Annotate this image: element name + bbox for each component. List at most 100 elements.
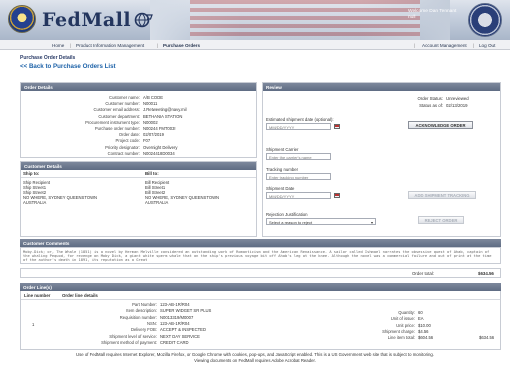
customer-comments-title: Customer Comments (20, 239, 501, 247)
line-detail-label: Shipment level of service: (109, 333, 157, 339)
ship-to-address: Ship Recipient Ship Street1 Ship Street2 NO… (23, 180, 97, 205)
line-detail-label: Shipment method of payment: (101, 339, 157, 345)
calendar-icon[interactable] (334, 193, 340, 198)
line-detail-value: N0013319/M0007 (160, 314, 194, 320)
order-detail-label: Order date: (118, 132, 140, 138)
line-detail-label: Delivery FOB: (130, 327, 157, 333)
globe-cart-icon (134, 12, 153, 28)
nav-home[interactable]: Home (52, 43, 64, 48)
shipment-date-label: Shipment Date (266, 186, 295, 191)
ship-to-header: Ship to: (23, 171, 40, 176)
acknowledge-order-button[interactable]: ACKNOWLEDGE ORDER (408, 121, 473, 129)
order-detail-value: 02/07/2019 (143, 132, 164, 138)
header-banner: FedMall Welcome Dan Tennant null (0, 0, 510, 40)
welcome-message: Welcome Dan Tennant null (408, 9, 456, 20)
line-pricing-label: Line item total: (387, 335, 415, 341)
order-detail-value: J.Retweeting@navy.mil (143, 107, 187, 113)
order-status-label: Order Status: (417, 96, 443, 101)
order-status-value: Unreviewed (446, 96, 469, 101)
welcome-user: Welcome Dan Tennant (408, 9, 457, 14)
order-detail-value: F07 (143, 138, 151, 144)
nav-purchase-orders[interactable]: Purchase Orders (163, 43, 200, 48)
line-pricing-value: $10.00 (418, 322, 431, 328)
order-detail-label: Procurement instrument type: (85, 119, 140, 125)
line-detail-value: CREDIT CARD (160, 339, 189, 345)
line-detail-label: Part Number: (132, 302, 157, 307)
reject-order-button[interactable]: REJECT ORDER (418, 216, 464, 224)
bill-to-line: AUSTRALIA (145, 200, 169, 205)
shipment-date-input[interactable]: MM/DD/YYYY (266, 192, 331, 199)
line-pricing-value: $4.56 (418, 328, 429, 334)
customer-comments-textarea[interactable]: Moby-Dick; or, The Whale (1851) is a nov… (20, 247, 501, 264)
tracking-label: Tracking number (266, 167, 299, 172)
order-detail-value: N00244 FMT003! (143, 126, 176, 131)
order-detail-value: A/B CODE (143, 95, 164, 100)
page-title: Purchase Order Details (20, 55, 76, 61)
dod-seal-icon (8, 5, 36, 33)
order-detail-value: Overnight Delivery (143, 144, 178, 150)
order-details-title: Order Details (21, 83, 256, 91)
line-pricing-label: Unit price: (396, 322, 415, 328)
order-total-value: $634.56 (478, 270, 494, 276)
estimated-ship-date-input[interactable]: MM/DD/YYYY (266, 123, 331, 130)
brand-name: FedMall (42, 9, 132, 31)
estimated-ship-label: Estimated shipment date (optional): (266, 117, 334, 122)
ship-to-line: AUSTRALIA (23, 200, 47, 205)
nav-separator: | (157, 42, 159, 48)
order-detail-label: Customer name: (109, 95, 140, 100)
back-to-orders-link[interactable]: << Back to Purchase Orders List (20, 63, 116, 70)
order-detail-label: Customer number: (105, 101, 140, 107)
line-detail-value: SUPER WIDGET SR PLUS (160, 308, 212, 314)
line-pricing-label: Shipment charge: (382, 328, 415, 334)
bill-to-address: Bill Recipient Bill Street1 Bill Street2 NO… (145, 180, 219, 205)
review-title: Review (263, 83, 500, 91)
carrier-input[interactable]: Enter the carrier's name (266, 153, 331, 160)
line-total-value: $634.56 (479, 335, 495, 340)
line-number-value: 1 (32, 322, 35, 327)
order-detail-value: BETHANIA STATION (143, 113, 183, 119)
rejection-reason-select[interactable]: Select a reason to reject ▾ (266, 218, 376, 225)
order-lines-title: Order Line(s) (20, 283, 501, 291)
col-line-number: Line number (24, 293, 51, 298)
line-pricing-value: 60 (418, 310, 423, 315)
order-detail-label: Customer email address: (93, 107, 140, 113)
order-detail-value: N00011 (143, 101, 158, 107)
tracking-input[interactable]: Enter tracking number (266, 173, 331, 180)
order-detail-label: Priority designator: (105, 144, 140, 150)
line-pricing-label: Quantity: (398, 310, 415, 315)
line-pricing-value: $604.56 (418, 335, 434, 341)
order-detail-label: Purchase order number: (94, 126, 140, 131)
order-total-label: Order total: (412, 270, 434, 276)
nav-separator: | (70, 42, 72, 48)
order-detail-value: N00002 (143, 119, 158, 125)
line-pricing-label: Unit of issue: (390, 316, 415, 322)
footer-notice: Use of FedMall requires Internet Explore… (0, 352, 510, 364)
customer-details-title: Customer Details (21, 162, 256, 170)
nav-separator: | (414, 42, 416, 48)
main-nav: Home | Product Information Management | … (0, 40, 510, 50)
footer-line-2: Viewing documents on FedMall requires Ad… (194, 358, 316, 363)
rejection-selected-value: Select a reason to reject (269, 220, 313, 225)
nav-logout[interactable]: Log Out (479, 43, 495, 48)
line-detail-value: 123-AB-1R/R04 (160, 320, 190, 326)
line-detail-value: ACCEPT & INSPECTED (160, 327, 206, 333)
rejection-label: Rejection Justification (266, 212, 308, 217)
dla-emblem-icon (468, 3, 502, 37)
order-detail-label: Contract number: (107, 150, 140, 156)
order-detail-value: N0024418D0034 (143, 150, 175, 156)
status-as-of-label: Status as of: (419, 103, 443, 108)
nav-separator: | (473, 42, 475, 48)
divider (21, 177, 256, 178)
nav-account[interactable]: Account Management (422, 43, 467, 48)
welcome-sub: null (408, 14, 416, 20)
bill-to-header: Bill to: (145, 171, 159, 176)
line-pricing-value: EA (418, 316, 424, 322)
fedmall-logo[interactable]: FedMall (42, 9, 153, 31)
divider (21, 299, 500, 300)
add-shipment-tracking-button[interactable]: ADD SHIPMENT TRACKING (408, 191, 476, 199)
calendar-icon[interactable] (334, 124, 340, 129)
nav-product-info[interactable]: Product Information Management (76, 43, 144, 48)
order-detail-label: Customer department: (98, 113, 140, 119)
flag-stripes (190, 0, 420, 40)
order-detail-label: Project code: (115, 138, 140, 144)
